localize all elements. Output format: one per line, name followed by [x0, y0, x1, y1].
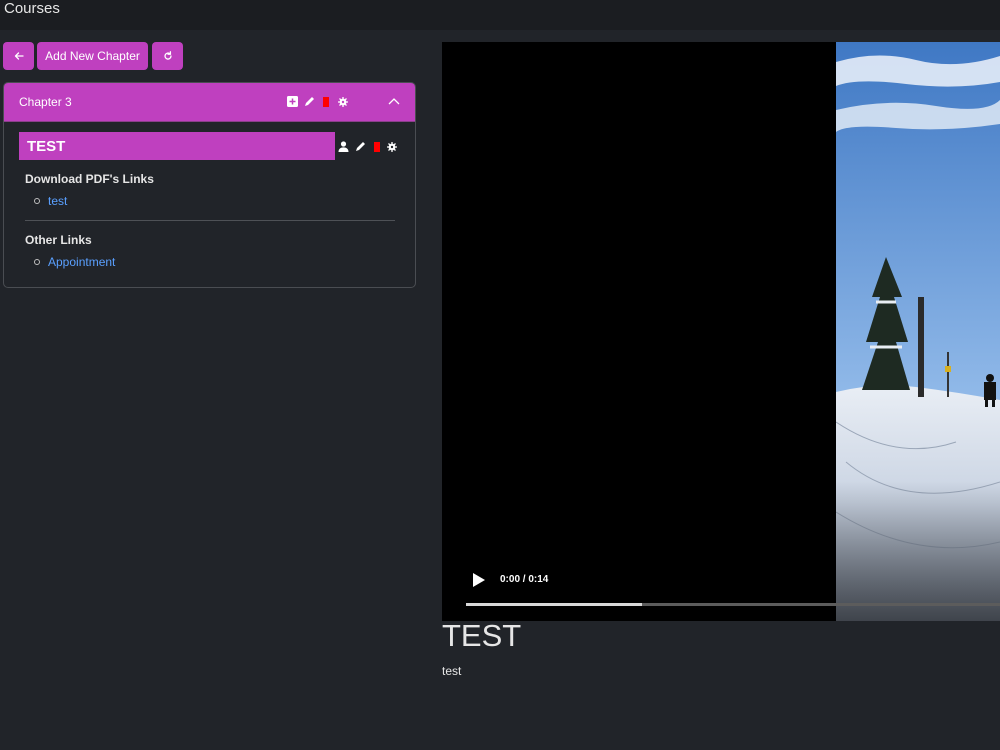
pencil-icon[interactable] — [304, 96, 315, 107]
video-progress-bar[interactable] — [466, 603, 1000, 606]
chapter-title: Chapter 3 — [19, 95, 72, 109]
refresh-icon — [163, 51, 172, 60]
bullet-icon — [34, 259, 40, 265]
chapter-header[interactable]: Chapter 3 — [4, 83, 415, 122]
gear-icon[interactable] — [338, 97, 348, 107]
app-title: Courses — [4, 0, 60, 17]
trash-icon[interactable] — [373, 141, 381, 152]
trash-icon[interactable] — [322, 96, 330, 107]
lesson-title: TEST — [27, 138, 66, 155]
refresh-button[interactable] — [152, 42, 183, 70]
back-button[interactable] — [3, 42, 34, 70]
chevron-up-icon[interactable] — [388, 97, 400, 105]
pencil-icon[interactable] — [355, 141, 366, 152]
content-title: TEST — [442, 618, 522, 653]
chapter-card: Chapter 3 TEST Download PDF's Links test — [3, 82, 416, 288]
video-controls-overlay — [442, 481, 1000, 621]
user-icon[interactable] — [338, 141, 349, 152]
section-title-pdf-links: Download PDF's Links — [25, 172, 154, 186]
arrow-left-icon — [14, 52, 24, 60]
section-title-other-links: Other Links — [25, 233, 92, 247]
content-description: test — [442, 664, 462, 678]
play-icon[interactable] — [472, 572, 486, 593]
link-appointment[interactable]: Appointment — [48, 255, 115, 269]
lesson-item[interactable]: TEST — [19, 132, 335, 160]
bullet-icon — [34, 198, 40, 204]
plus-square-icon[interactable] — [287, 96, 298, 107]
add-chapter-button[interactable]: Add New Chapter — [37, 42, 148, 70]
video-progress-fill — [466, 603, 643, 606]
divider — [25, 220, 395, 221]
top-bar: Courses — [0, 0, 1000, 30]
link-test[interactable]: test — [48, 194, 67, 208]
video-player[interactable]: 0:00 / 0:14 — [442, 42, 1000, 621]
gear-icon[interactable] — [387, 142, 397, 152]
video-time: 0:00 / 0:14 — [500, 574, 549, 585]
